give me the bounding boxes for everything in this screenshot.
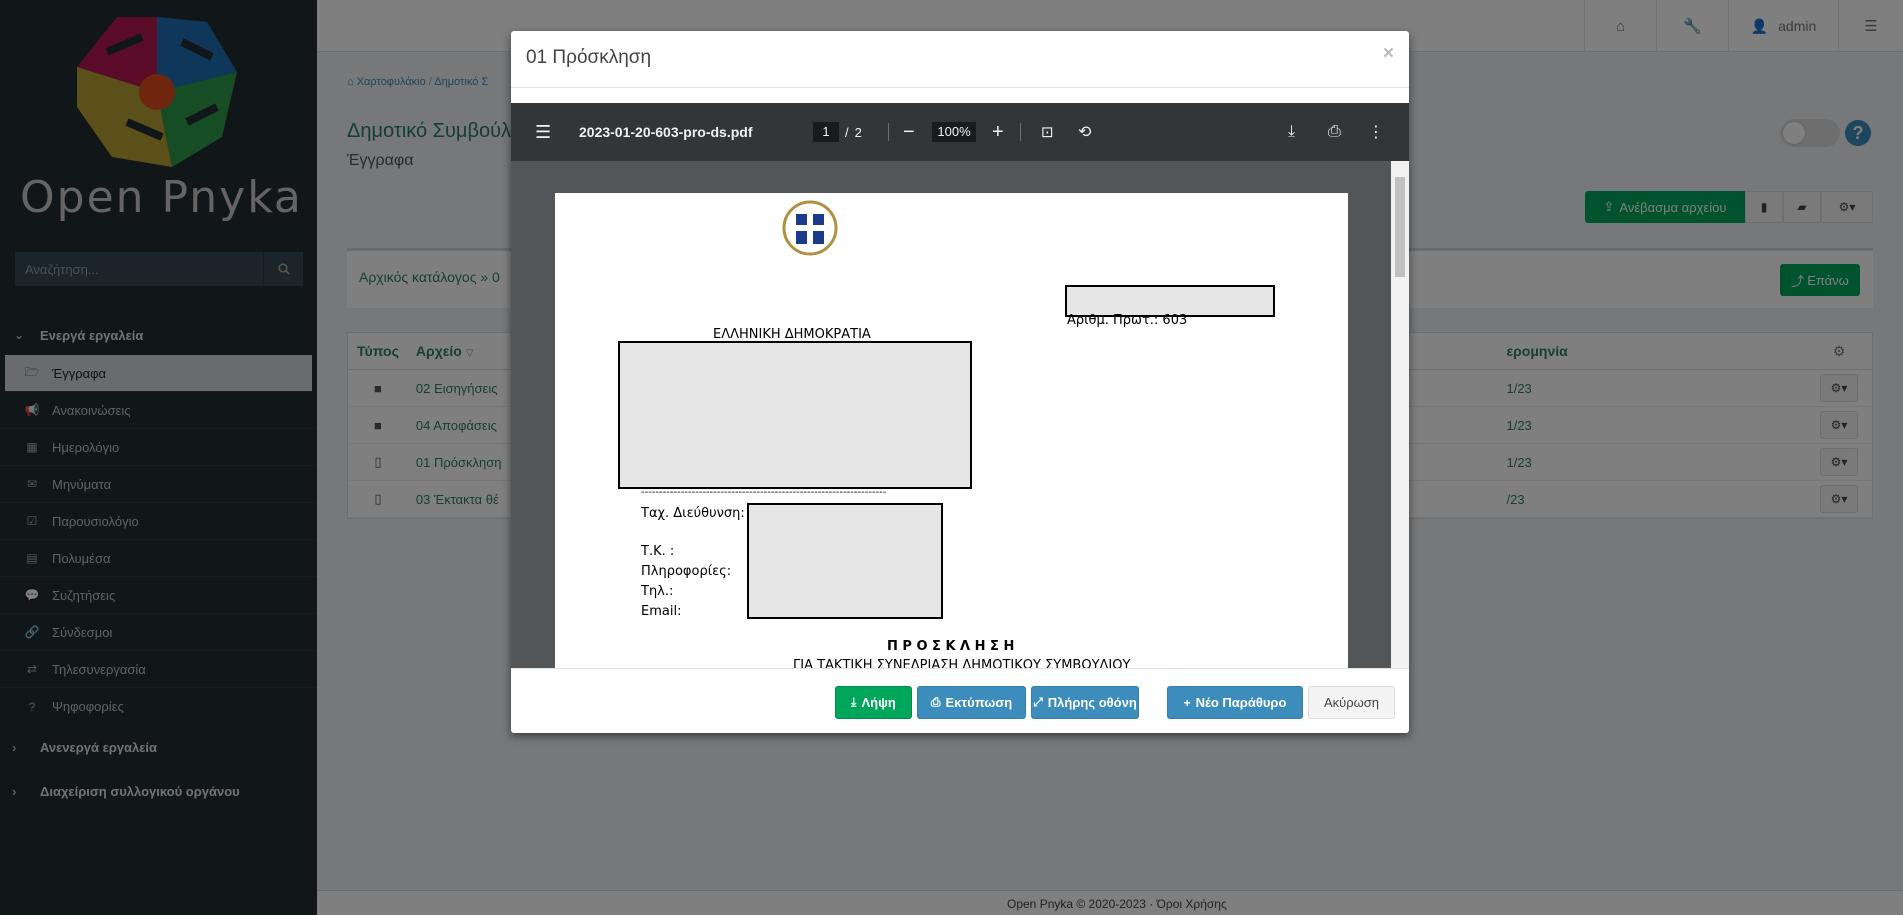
print-label: Εκτύπωση	[945, 695, 1013, 710]
close-icon[interactable]: ×	[1383, 43, 1394, 65]
zoom-input[interactable]: 100%	[932, 122, 976, 142]
pdf-page: ΕΛΛΗΝΙΚΗ ΔΗΜΟΚΡΑΤΙΑ Αριθμ. Πρωτ.: 603 --…	[555, 193, 1348, 668]
modal-footer: ⤓ Λήψη ⎙ Εκτύπωση ⤢ Πλήρης οθόνη + Νέο Π…	[511, 668, 1409, 733]
download-icon[interactable]: ⤓	[1288, 103, 1295, 161]
document-preview-modal: 01 Πρόσκληση × ☰ 2023-01-20-603-pro-ds.p…	[511, 31, 1409, 733]
toolbar-divider	[1020, 123, 1021, 141]
pdf-tk: Τ.Κ. :	[641, 544, 675, 559]
redacted-block	[618, 341, 972, 489]
pdf-email: Email:	[641, 604, 682, 619]
zoom-level: 100%	[932, 103, 976, 161]
download-label: Λήψη	[861, 695, 896, 710]
pdf-phone: Τηλ.:	[641, 584, 674, 599]
pdf-toolbar: ☰ 2023-01-20-603-pro-ds.pdf 1 / 2 − 100%…	[511, 103, 1409, 161]
rotate-icon[interactable]: ⟲	[1078, 103, 1091, 161]
pdf-invitation-sub: ΓΙΑ ΤΑΚΤΙΚΗ ΣΥΝΕΔΡΙΑΣΗ ΔΗΜΟΤΙΚΟΥ ΣΥΜΒΟΥΛ…	[793, 658, 1131, 668]
cancel-label: Ακύρωση	[1323, 695, 1380, 710]
print-button[interactable]: ⎙ Εκτύπωση	[917, 686, 1026, 719]
print-icon[interactable]: ⎙	[1328, 103, 1341, 161]
fit-page-icon[interactable]: ⊡	[1041, 103, 1054, 161]
pdf-republic: ΕΛΛΗΝΙΚΗ ΔΗΜΟΚΡΑΤΙΑ	[713, 327, 871, 342]
zoom-out-icon[interactable]: −	[903, 103, 915, 161]
fullscreen-button[interactable]: ⤢ Πλήρης οθόνη	[1031, 686, 1139, 719]
toolbar-divider	[888, 123, 889, 141]
page-indicator: 1 / 2	[813, 103, 862, 161]
app: Open Pnyka ⌄ Ενεργά εργαλεία 🗁 Έγγραφα 📢…	[0, 0, 1903, 915]
total-pages: 2	[854, 124, 862, 140]
menu-icon[interactable]: ☰	[535, 103, 551, 161]
pdf-scrollbar[interactable]	[1391, 161, 1409, 668]
fullscreen-label: Πλήρης οθόνη	[1047, 695, 1137, 710]
pdf-dashes: ----------------------------------------…	[641, 487, 887, 498]
cancel-button[interactable]: Ακύρωση	[1308, 686, 1395, 719]
print-icon: ⎙	[930, 695, 941, 709]
more-options-icon[interactable]: ⋮	[1368, 103, 1384, 161]
pdf-viewer: ☰ 2023-01-20-603-pro-ds.pdf 1 / 2 − 100%…	[511, 103, 1409, 668]
pdf-address: Ταχ. Διεύθυνση:	[641, 506, 745, 521]
pdf-filename: 2023-01-20-603-pro-ds.pdf	[579, 124, 753, 140]
pdf-info: Πληροφορίες:	[641, 564, 732, 579]
pdf-invitation: Π Ρ Ο Σ Κ Λ Η Σ Η	[887, 639, 1015, 654]
redacted-block	[747, 503, 943, 619]
zoom-in-icon[interactable]: +	[992, 103, 1004, 161]
expand-icon: ⤢	[1033, 695, 1043, 709]
page-separator: /	[845, 124, 849, 140]
pdf-protocol: Αριθμ. Πρωτ.: 603	[1067, 313, 1188, 328]
modal-title: 01 Πρόσκληση	[526, 47, 652, 68]
download-button[interactable]: ⤓ Λήψη	[835, 686, 912, 719]
download-icon: ⤓	[851, 695, 857, 709]
new-window-label: Νέο Παράθυρο	[1195, 695, 1287, 710]
scroll-thumb[interactable]	[1395, 177, 1405, 277]
greek-coat-of-arms-icon	[782, 200, 838, 256]
new-window-button[interactable]: + Νέο Παράθυρο	[1167, 686, 1303, 719]
plus-icon: +	[1183, 695, 1191, 710]
page-number-input[interactable]: 1	[813, 122, 839, 142]
modal-header: 01 Πρόσκληση ×	[511, 31, 1409, 88]
